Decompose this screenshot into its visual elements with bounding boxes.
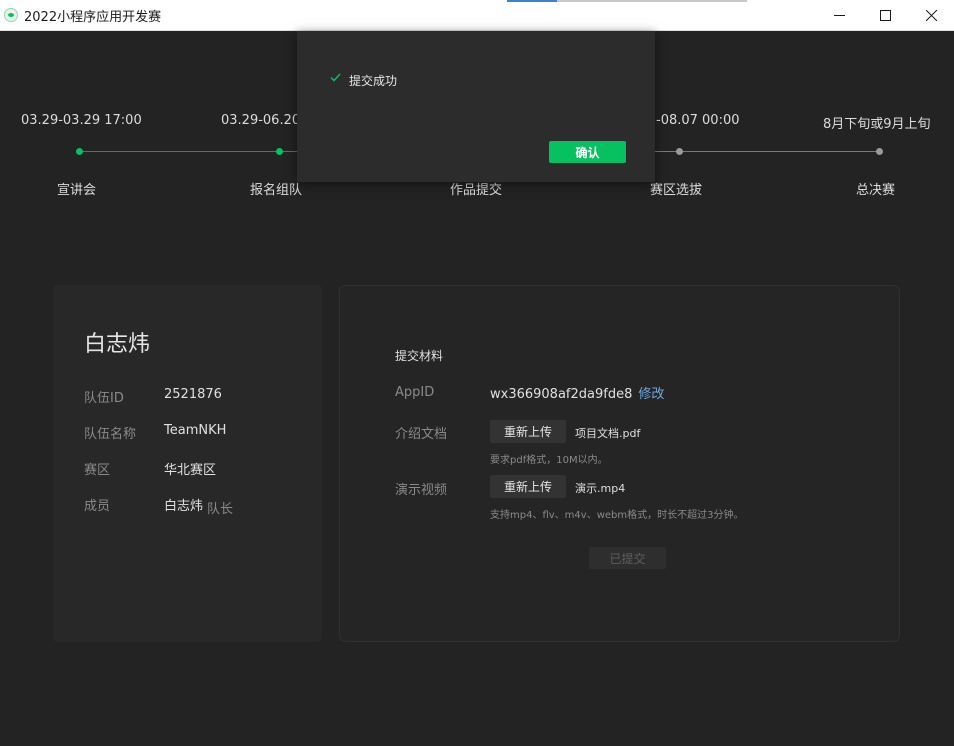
timeline-date: 03.29-03.29 17:00 [21, 113, 142, 128]
reupload-doc-button[interactable]: 重新上传 [490, 420, 566, 443]
submission-card: 提交材料 AppID wx366908af2da9fde8 修改 介绍文档 重新上… [339, 285, 900, 642]
video-label: 演示视频 [395, 483, 448, 498]
check-icon [330, 73, 341, 82]
appid-value: wx366908af2da9fde8 [490, 387, 633, 402]
timeline-dot [276, 148, 283, 155]
success-dialog: 提交成功 确认 [297, 31, 655, 182]
close-icon [925, 10, 937, 21]
confirm-button[interactable]: 确认 [549, 141, 626, 163]
appid-row: wx366908af2da9fde8 修改 [490, 383, 664, 402]
title-bar-accent [507, 0, 557, 2]
submitted-button: 已提交 [589, 547, 666, 569]
doc-hint: 要求pdf格式，10M以内。 [490, 455, 608, 466]
member-item: 白志炜 队长 [164, 495, 234, 517]
maximize-icon [879, 10, 891, 21]
timeline-dot [676, 148, 683, 155]
members-label: 成员 [84, 499, 111, 514]
timeline-line-done [80, 151, 298, 152]
close-button[interactable] [908, 0, 954, 31]
team-name-label: 队伍名称 [84, 427, 137, 442]
appid-label: AppID [395, 385, 435, 400]
video-file-name[interactable]: 演示.mp4 [575, 480, 625, 496]
edit-appid-link[interactable]: 修改 [638, 387, 664, 402]
timeline-date: 03.29-06.20 [221, 113, 301, 128]
title-bar-accent-secondary [557, 0, 747, 2]
timeline-dot [76, 148, 83, 155]
submission-title: 提交材料 [395, 349, 444, 363]
window-title: 2022小程序应用开发赛 [24, 9, 162, 25]
title-bar: 2022小程序应用开发赛 [0, 0, 954, 31]
team-id-label: 队伍ID [84, 391, 124, 406]
team-name-value: TeamNKH [164, 423, 227, 438]
timeline-date: -08.07 00:00 [656, 113, 740, 128]
timeline-stage-name: 赛区选拔 [650, 183, 703, 198]
reupload-video-button[interactable]: 重新上传 [490, 475, 566, 498]
member-role: 队长 [207, 502, 234, 517]
timeline-dot [876, 148, 883, 155]
region-value: 华北赛区 [164, 463, 217, 478]
user-name: 白志炜 [84, 332, 151, 357]
team-id-value: 2521876 [164, 387, 222, 402]
doc-label: 介绍文档 [395, 427, 448, 442]
timeline-stage-name: 报名组队 [250, 183, 303, 198]
minimize-icon [833, 15, 845, 16]
member-name: 白志炜 [164, 499, 204, 514]
team-info-card: 白志炜 队伍ID 2521876 队伍名称 TeamNKH 赛区 华北赛区 成员… [53, 285, 322, 642]
timeline-stage-name: 宣讲会 [57, 183, 97, 198]
timeline-stage-name: 总决赛 [856, 183, 896, 198]
window-controls [816, 0, 954, 31]
doc-file-name[interactable]: 项目文档.pdf [575, 425, 640, 441]
success-message: 提交成功 [349, 74, 398, 88]
region-label: 赛区 [84, 463, 111, 478]
timeline-date: 8月下旬或9月上旬 [823, 117, 931, 132]
maximize-button[interactable] [862, 0, 908, 31]
video-hint: 支持mp4、flv、m4v、webm格式，时长不超过3分钟。 [490, 510, 744, 521]
app-logo-icon [4, 8, 18, 22]
minimize-button[interactable] [816, 0, 862, 31]
timeline-line-pending [655, 151, 880, 152]
